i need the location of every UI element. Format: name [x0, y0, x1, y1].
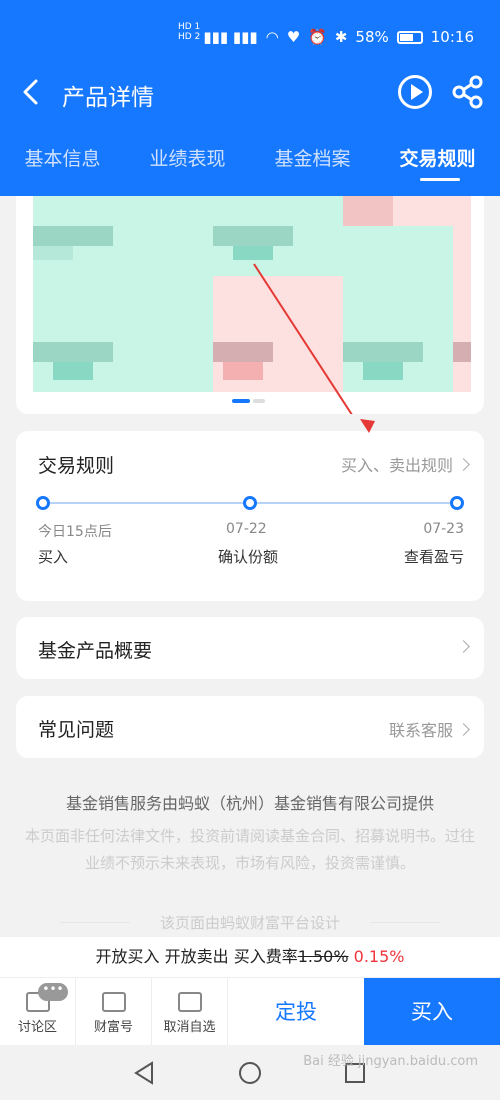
tab-trading-rules[interactable]: 交易规则: [375, 144, 500, 171]
fee-rate-bar: 开放买入 开放卖出 买入费率1.50% 0.15%: [0, 937, 500, 977]
step-2-label: 确认份额: [218, 548, 279, 566]
chevron-right-icon: [457, 723, 470, 736]
platform-design-note: 该页面由蚂蚁财富平台设计: [60, 912, 440, 933]
trading-rules-card: 交易规则 买入、卖出规则 今日15点后 买入 07-22 确认份额 07-23 …: [16, 419, 484, 601]
status-bar: HD 1 HD 2 ▮▮▮ ▮▮▮ ◠ ♥ ⏰ ✱ 58% 10:16: [0, 0, 500, 58]
discount-fee-rate: 0.15%: [353, 947, 405, 966]
battery-percent: 58%: [355, 28, 389, 46]
active-tab-indicator: [420, 178, 460, 181]
signal-icon: ▮▮▮ ▮▮▮: [203, 28, 258, 46]
wifi-icon: ◠: [265, 28, 279, 46]
app-header: 产品详情 基本信息 业绩表现 基金档案 交易规则: [0, 58, 500, 196]
auto-invest-button[interactable]: 定投: [228, 978, 364, 1046]
step-1-date: 今日15点后: [38, 524, 112, 540]
remove-watchlist-button[interactable]: 取消自选: [152, 978, 228, 1046]
tab-basic-info[interactable]: 基本信息: [0, 144, 125, 171]
sales-service-note: 基金销售服务由蚂蚁（杭州）基金销售有限公司提供: [65, 794, 434, 813]
store-icon: [101, 992, 126, 1012]
tab-bar: 基本信息 业绩表现 基金档案 交易规则: [0, 144, 500, 171]
bluetooth-icon: ✱: [334, 28, 348, 46]
status-right: ▮▮▮ ▮▮▮ ◠ ♥ ⏰ ✱ 58% 10:16: [203, 28, 474, 46]
annotation-arrowhead: [360, 419, 375, 433]
trading-rules-title: 交易规则: [38, 455, 115, 477]
faq-label: 常见问题: [38, 719, 115, 741]
timeline-node-confirm: [243, 496, 257, 510]
fund-overview-row[interactable]: 基金产品概要: [16, 617, 484, 679]
carousel-dot: [253, 399, 265, 403]
fund-overview-chevron: [453, 638, 470, 657]
buy-sell-rules-label: 买入、卖出规则: [340, 456, 453, 475]
nav-home-icon[interactable]: [238, 1061, 262, 1085]
network-indicator: HD 1 HD 2: [178, 22, 201, 42]
heart-icon: ♥: [286, 28, 301, 46]
battery-icon: [396, 30, 423, 44]
faq-row[interactable]: 常见问题 联系客服: [16, 696, 484, 758]
timeline-node-buy: [36, 496, 50, 510]
risk-disclaimer: 本页面非任何法律文件，投资前请阅读基金合同、招募说明书。过往业绩不预示未来表现，…: [24, 827, 475, 872]
baidu-watermark: Bai 经验 jingyan.baidu.com: [303, 1054, 478, 1069]
step-3-date: 07-23: [423, 521, 464, 537]
carousel-dots: [232, 399, 265, 403]
chevron-right-icon: [457, 640, 470, 653]
tab-fund-archive[interactable]: 基金档案: [250, 144, 375, 171]
play-icon[interactable]: [398, 75, 432, 109]
performance-carousel-card[interactable]: [16, 196, 484, 414]
wealth-account-button[interactable]: 财富号: [76, 978, 152, 1046]
back-icon[interactable]: [18, 78, 46, 106]
nav-back-icon[interactable]: [132, 1061, 156, 1085]
tab-performance[interactable]: 业绩表现: [125, 144, 250, 171]
bottom-action-bar: 讨论区 ••• 财富号 取消自选 定投 买入: [0, 977, 500, 1046]
step-3-label: 查看盈亏: [403, 548, 464, 566]
annotation-arrow: [253, 263, 353, 414]
clock: 10:16: [430, 28, 474, 46]
remove-watchlist-label: 取消自选: [163, 1020, 216, 1035]
share-icon[interactable]: [452, 75, 484, 109]
discussion-label: 讨论区: [17, 1020, 57, 1035]
timeline-node-profit: [450, 496, 464, 510]
trading-timeline: [36, 496, 464, 510]
alarm-icon: ⏰: [308, 28, 327, 46]
step-1-label: 买入: [38, 548, 69, 566]
buy-sell-rules-link[interactable]: 买入、卖出规则: [340, 452, 470, 476]
discussion-badge: •••: [38, 983, 68, 1001]
open-status-label: 开放买入 开放卖出 买入费率: [95, 947, 298, 966]
buy-button[interactable]: 买入: [364, 978, 500, 1046]
fund-overview-label: 基金产品概要: [38, 640, 153, 662]
page-title: 产品详情: [62, 85, 154, 111]
carousel-dot-active: [232, 399, 250, 403]
chevron-right-icon: [457, 458, 470, 471]
discussion-button[interactable]: 讨论区 •••: [0, 978, 76, 1046]
contact-service-label: 联系客服: [388, 721, 453, 740]
step-2-date: 07-22: [226, 521, 267, 537]
contact-service-link[interactable]: 联系客服: [388, 717, 470, 741]
remove-watchlist-icon: [177, 992, 202, 1012]
wealth-account-label: 财富号: [93, 1020, 133, 1035]
original-fee-rate: 1.50%: [297, 947, 349, 966]
